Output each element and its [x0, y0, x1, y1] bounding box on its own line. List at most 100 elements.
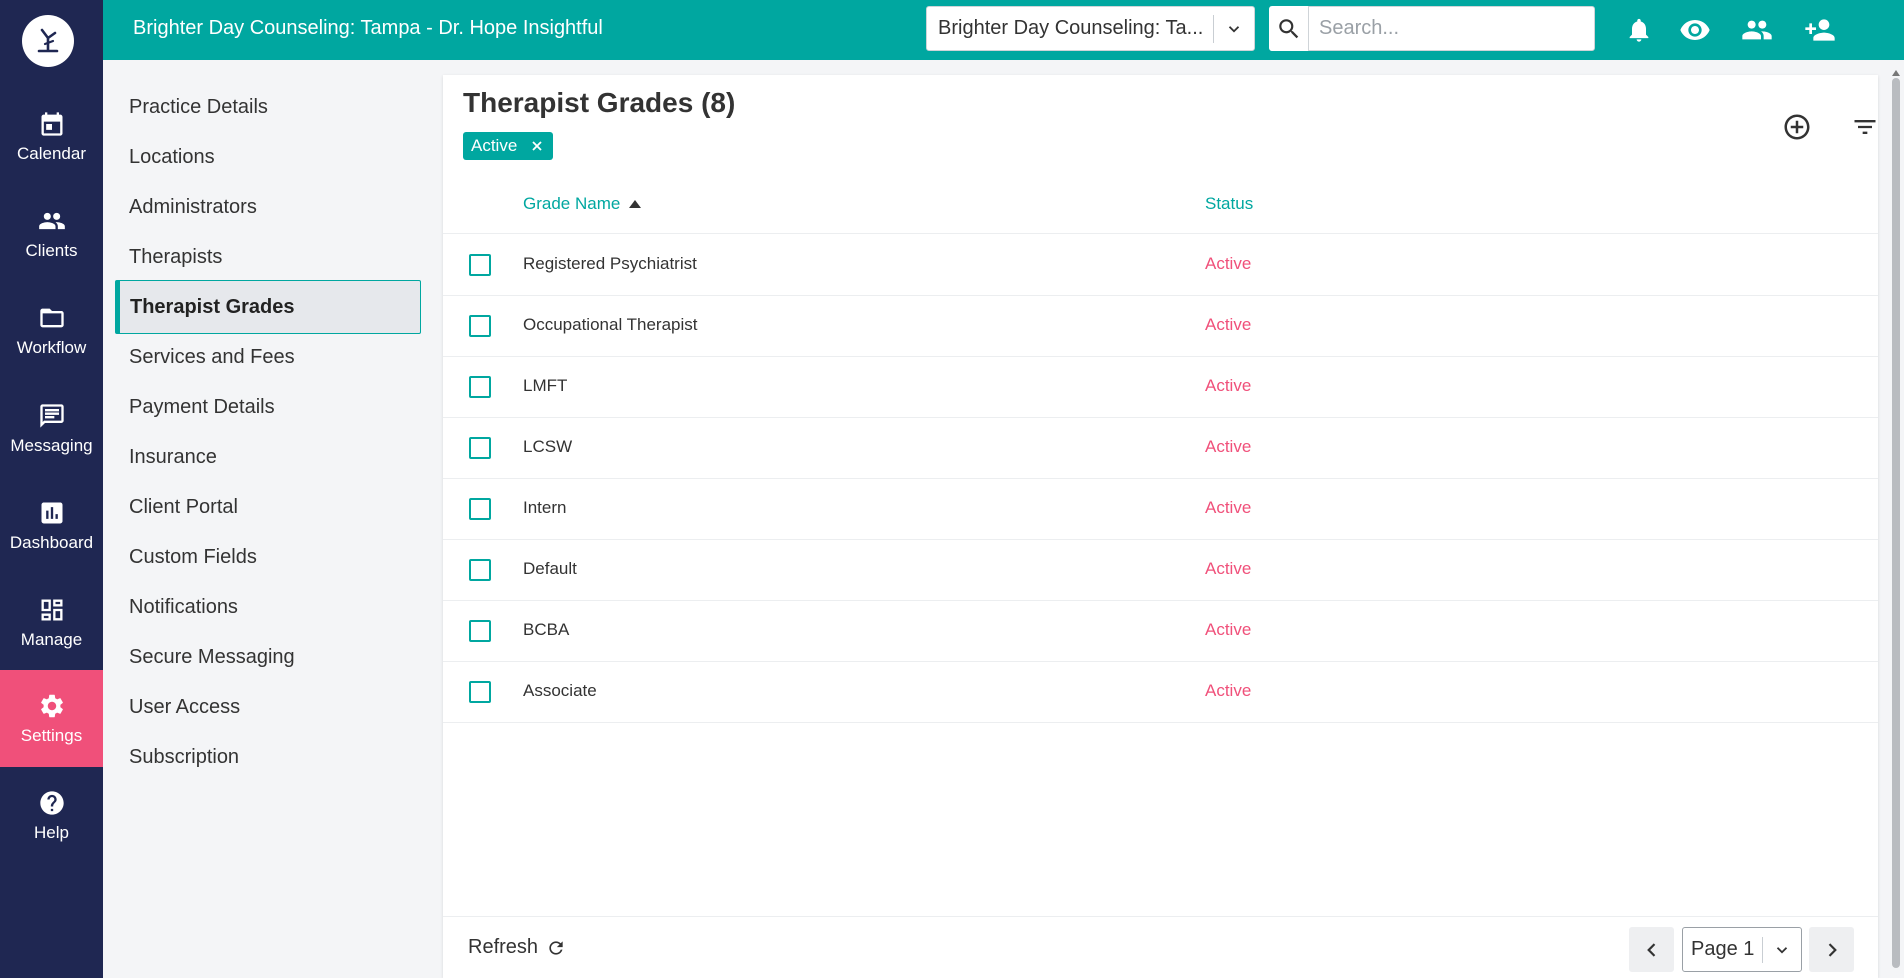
table-row[interactable]: Associate Active — [443, 662, 1878, 723]
refresh-button[interactable]: Refresh — [468, 936, 566, 959]
status-cell: Active — [1205, 620, 1252, 639]
practice-select-value: Brighter Day Counseling: Ta... — [938, 17, 1204, 39]
app-logo[interactable] — [22, 15, 74, 67]
table-row[interactable]: LMFT Active — [443, 357, 1878, 418]
settings-nav-practice-details[interactable]: Practice Details — [115, 80, 421, 134]
grade-name-cell[interactable]: LMFT — [523, 376, 567, 396]
rail-item-help[interactable]: Help — [0, 767, 103, 864]
table-row[interactable]: Registered Psychiatrist Active — [443, 235, 1878, 296]
row-checkbox[interactable] — [469, 315, 491, 337]
settings-nav-therapist-grades[interactable]: Therapist Grades — [115, 280, 421, 334]
row-checkbox[interactable] — [469, 254, 491, 276]
grade-name-cell[interactable]: Intern — [523, 498, 566, 518]
scroll-up-arrow[interactable] — [1890, 68, 1902, 78]
chevron-down-icon[interactable] — [1214, 20, 1254, 38]
table-row[interactable]: BCBA Active — [443, 601, 1878, 662]
rail-label-settings: Settings — [20, 725, 83, 745]
sort-up-icon — [629, 200, 642, 208]
row-checkbox[interactable] — [469, 681, 491, 703]
bell-icon — [1629, 18, 1649, 42]
settings-nav-payment-details[interactable]: Payment Details — [115, 380, 421, 434]
practice-title: Brighter Day Counseling: Tampa - Dr. Hop… — [133, 17, 603, 39]
refresh-icon — [546, 938, 566, 958]
grade-name-cell[interactable]: Occupational Therapist — [523, 315, 698, 335]
table-row[interactable]: Intern Active — [443, 479, 1878, 540]
settings-nav: Practice Details Locations Administrator… — [103, 60, 433, 978]
rail-label-dashboard: Dashboard — [9, 532, 94, 552]
column-header-status-label: Status — [1205, 194, 1254, 213]
people-icon — [38, 212, 65, 229]
therapist-grades-panel: Therapist Grades (8) Active Grade Name S… — [443, 75, 1878, 978]
scrollbar-thumb[interactable] — [1892, 78, 1900, 968]
close-icon[interactable] — [531, 140, 543, 152]
rail-label-calendar: Calendar — [17, 143, 86, 163]
settings-nav-user-access[interactable]: User Access — [115, 680, 421, 734]
settings-nav-client-portal[interactable]: Client Portal — [115, 480, 421, 534]
rail-item-messaging[interactable]: Messaging — [0, 380, 103, 477]
add-grade-button[interactable] — [1779, 109, 1815, 145]
chevron-left-icon — [1646, 942, 1655, 957]
page-select[interactable]: Page 1 — [1682, 927, 1802, 972]
status-cell: Active — [1205, 376, 1252, 395]
settings-nav-administrators[interactable]: Administrators — [115, 180, 421, 234]
column-header-status[interactable]: Status — [1205, 194, 1253, 214]
settings-nav-insurance[interactable]: Insurance — [115, 430, 421, 484]
table-row[interactable]: Occupational Therapist Active — [443, 296, 1878, 357]
rail-item-manage[interactable]: Manage — [0, 574, 103, 671]
rail-label-help: Help — [34, 822, 69, 842]
clients-button[interactable] — [1739, 12, 1775, 48]
settings-nav-subscription[interactable]: Subscription — [115, 730, 421, 784]
page-scrollbar[interactable] — [1888, 64, 1904, 978]
settings-nav-services-and-fees[interactable]: Services and Fees — [115, 330, 421, 384]
view-button[interactable] — [1677, 12, 1713, 48]
practice-select[interactable]: Brighter Day Counseling: Ta... — [926, 6, 1255, 51]
footer-divider — [443, 916, 1878, 917]
grade-name-cell[interactable]: BCBA — [523, 620, 569, 640]
chevron-down-icon[interactable] — [1763, 941, 1801, 959]
table-row[interactable]: Default Active — [443, 540, 1878, 601]
row-checkbox[interactable] — [469, 498, 491, 520]
rail-item-calendar[interactable]: Calendar — [0, 88, 103, 185]
search-icon — [1278, 18, 1298, 38]
status-cell: Active — [1205, 559, 1252, 578]
chevron-right-icon — [1828, 942, 1837, 957]
grade-name-cell[interactable]: Associate — [523, 681, 597, 701]
chat-icon — [39, 403, 64, 428]
page-select-value: Page 1 — [1691, 938, 1755, 960]
rail-item-dashboard[interactable]: Dashboard — [0, 477, 103, 574]
calendar-icon — [41, 111, 62, 136]
settings-nav-notifications[interactable]: Notifications — [115, 580, 421, 634]
grade-name-cell[interactable]: Registered Psychiatrist — [523, 254, 697, 274]
rail-item-workflow[interactable]: Workflow — [0, 282, 103, 379]
settings-nav-therapists[interactable]: Therapists — [115, 230, 421, 284]
add-person-button[interactable] — [1802, 12, 1838, 48]
folder-icon — [39, 308, 64, 327]
search-input[interactable] — [1308, 6, 1595, 51]
rail-label-messaging: Messaging — [10, 435, 93, 455]
filter-button[interactable] — [1847, 109, 1883, 145]
grade-name-cell[interactable]: Default — [523, 559, 577, 579]
table-row[interactable]: LCSW Active — [443, 418, 1878, 479]
row-checkbox[interactable] — [469, 437, 491, 459]
rail-item-settings[interactable]: Settings — [0, 670, 103, 767]
eye-icon — [1680, 20, 1710, 40]
add-circle-icon — [1784, 114, 1810, 140]
chart-icon — [41, 502, 62, 523]
column-header-grade-name[interactable]: Grade Name — [523, 194, 642, 214]
status-cell: Active — [1205, 681, 1252, 700]
next-page-button[interactable] — [1809, 927, 1854, 972]
settings-nav-locations[interactable]: Locations — [115, 130, 421, 184]
status-cell: Active — [1205, 498, 1252, 517]
previous-page-button[interactable] — [1629, 927, 1674, 972]
search-button[interactable] — [1269, 6, 1308, 51]
settings-nav-custom-fields[interactable]: Custom Fields — [115, 530, 421, 584]
notifications-button[interactable] — [1621, 12, 1657, 48]
row-checkbox[interactable] — [469, 376, 491, 398]
rail-item-clients[interactable]: Clients — [0, 185, 103, 282]
person-add-icon — [1805, 19, 1835, 41]
top-bar: Brighter Day Counseling: Tampa - Dr. Hop… — [103, 0, 1904, 60]
row-checkbox[interactable] — [469, 559, 491, 581]
row-checkbox[interactable] — [469, 620, 491, 642]
settings-nav-secure-messaging[interactable]: Secure Messaging — [115, 630, 421, 684]
grade-name-cell[interactable]: LCSW — [523, 437, 572, 457]
